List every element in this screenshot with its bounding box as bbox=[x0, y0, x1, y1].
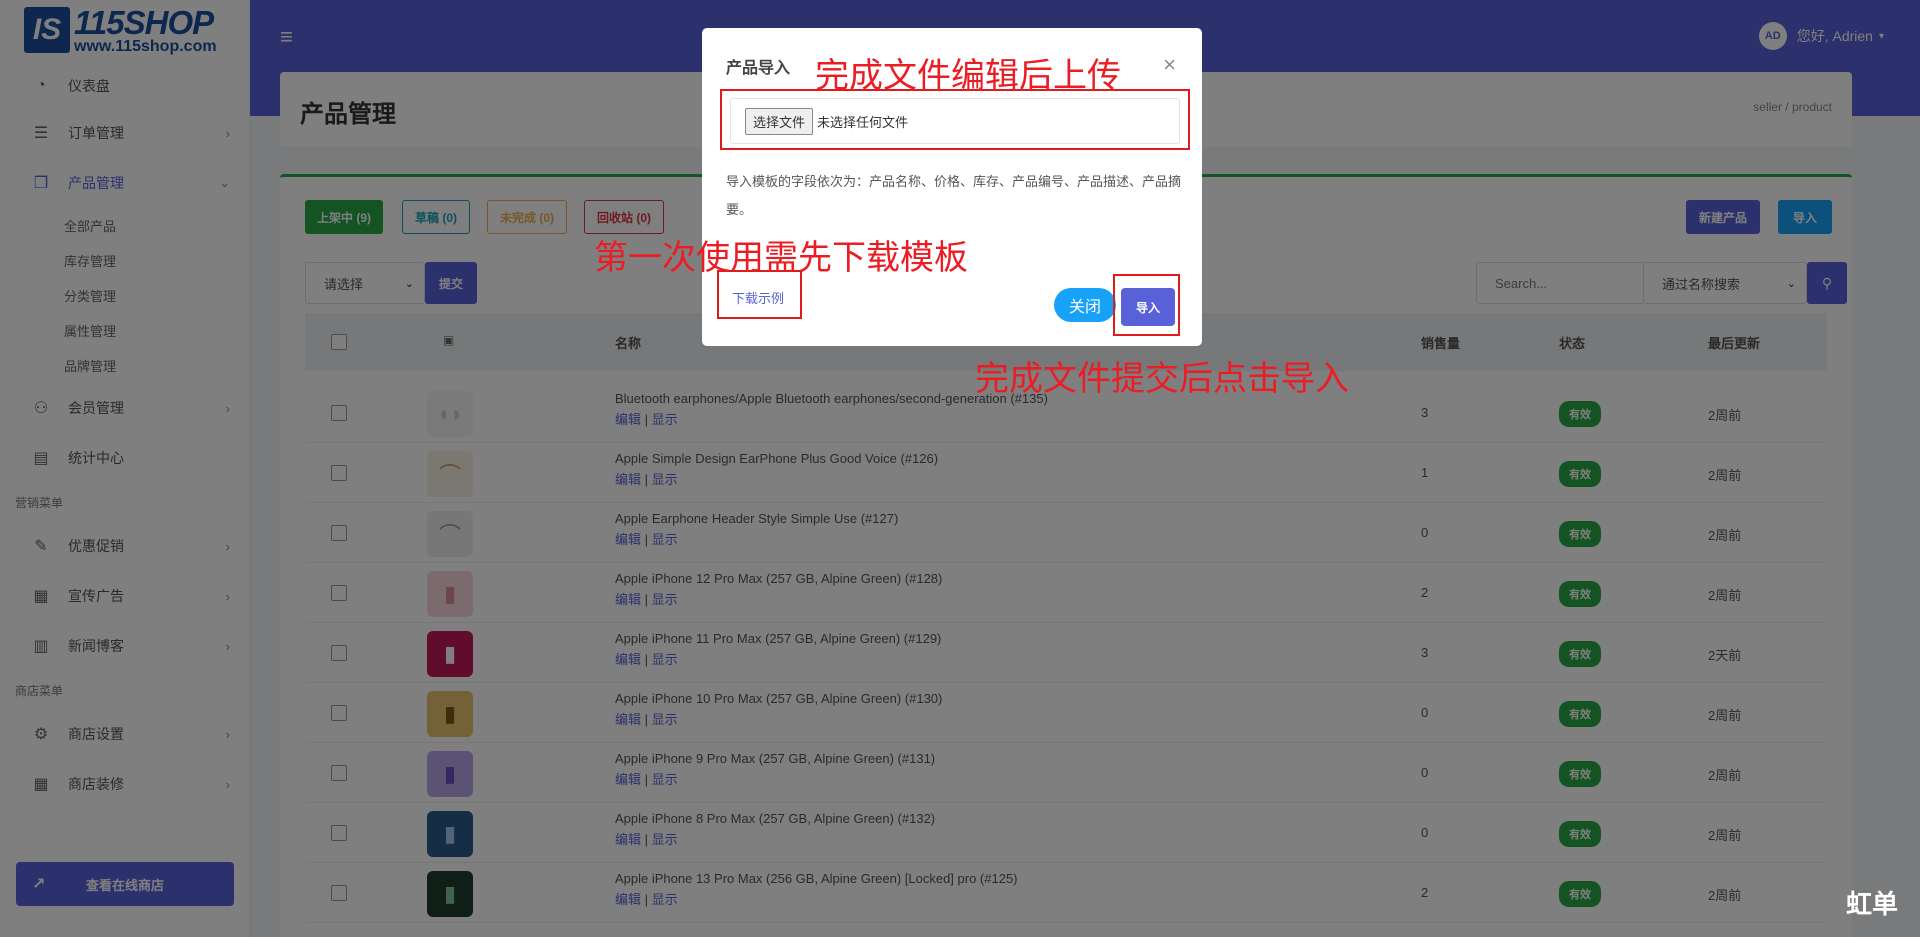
template-hint: 导入模板的字段依次为：产品名称、价格、库存、产品编号、产品描述、产品摘要。 bbox=[726, 174, 1182, 217]
annotation-template: 第一次使用需先下载模板 bbox=[594, 239, 968, 277]
watermark: 虹单 bbox=[1845, 889, 1898, 919]
close-icon[interactable]: × bbox=[1163, 52, 1176, 78]
annotation-upload: 完成文件编辑后上传 bbox=[815, 57, 1121, 95]
annotation-box-import bbox=[1113, 274, 1180, 336]
annotation-submit: 完成文件提交后点击导入 bbox=[975, 360, 1349, 398]
modal-close-button[interactable]: 关闭 bbox=[1054, 288, 1116, 322]
modal-title: 产品导入 bbox=[726, 60, 791, 77]
annotation-box-file bbox=[720, 89, 1190, 150]
